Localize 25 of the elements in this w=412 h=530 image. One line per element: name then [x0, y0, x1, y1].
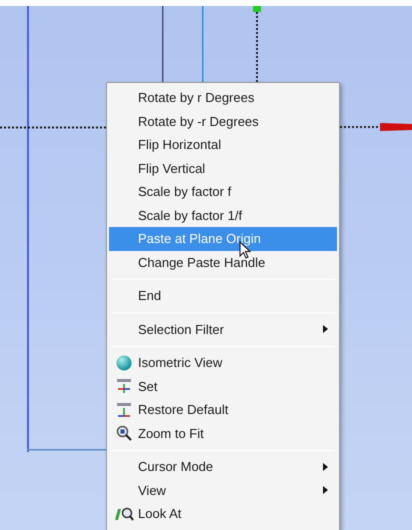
menu-item[interactable]: Set — [109, 374, 337, 398]
menu-item[interactable]: Flip Vertical — [109, 156, 337, 180]
submenu-arrow-icon — [323, 462, 328, 471]
menu-item[interactable]: View — [109, 478, 337, 502]
menu-item[interactable]: Rotate by -r Degrees — [109, 110, 337, 133]
menu-item[interactable]: End — [109, 284, 337, 308]
x-axis-drawing — [340, 121, 412, 133]
menu-item[interactable]: Flip Horizontal — [109, 133, 337, 156]
magnifier-icon — [116, 425, 132, 442]
menu-item[interactable]: Cursor Mode — [109, 455, 337, 478]
axes-icon — [116, 402, 132, 418]
menu-item[interactable]: Look At — [109, 502, 337, 526]
menu-item[interactable]: Change Paste Handle — [109, 250, 337, 274]
menu-item[interactable]: Zoom to Fit — [109, 422, 337, 445]
submenu-arrow-icon — [323, 486, 328, 494]
menu-item[interactable]: Isometric View — [109, 351, 337, 374]
look-at-icon — [114, 506, 134, 522]
sphere-icon — [116, 354, 132, 371]
menu-item[interactable]: Scale by factor 1/f — [109, 204, 337, 227]
menu-item[interactable]: Rotate by r Degrees — [109, 86, 337, 110]
submenu-arrow-icon — [323, 325, 328, 334]
menu-item[interactable]: Scale by factor f — [109, 180, 337, 204]
axes-icon — [116, 378, 132, 394]
menu-item[interactable]: Restore Default — [109, 398, 337, 422]
menu-item[interactable]: Selection Filter — [109, 318, 337, 341]
